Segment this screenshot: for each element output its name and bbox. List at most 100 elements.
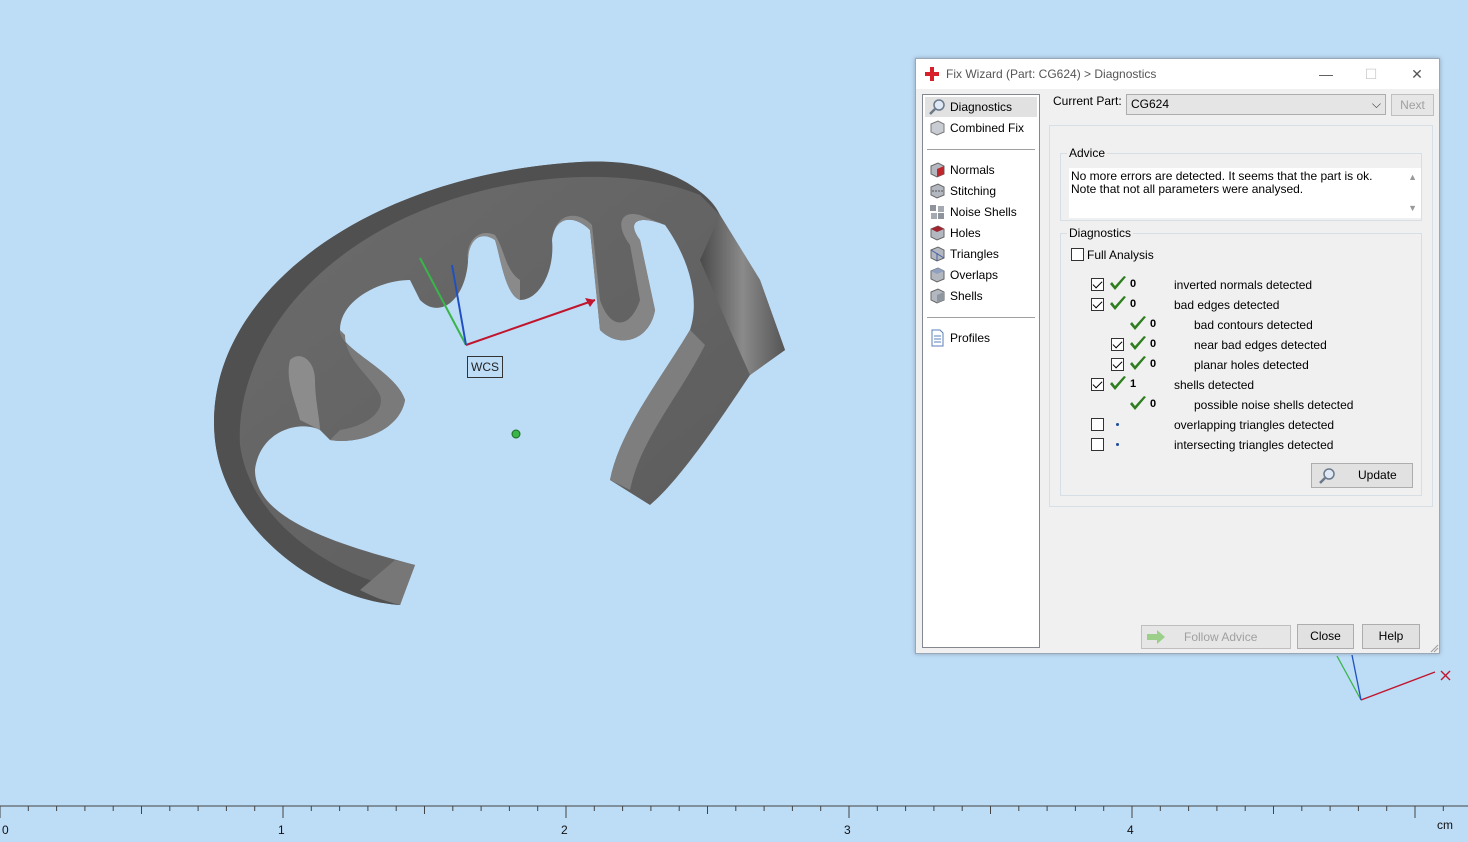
diagnostic-checkbox[interactable] [1111,358,1124,371]
ok-check-icon [1110,376,1126,390]
wizard-nav: Diagnostics Combined Fix Normals Stitchi… [922,94,1040,648]
next-button[interactable]: Next [1391,94,1434,116]
nav-label: Combined Fix [950,121,1025,135]
fix-wizard-dialog: Fix Wizard (Part: CG624) > Diagnostics —… [915,58,1440,654]
nav-label: Overlaps [950,268,999,282]
diagnostic-checkbox[interactable] [1091,438,1104,451]
pivot-point[interactable] [511,429,521,439]
nav-item-noise-shells[interactable]: Noise Shells [925,202,1037,222]
diagnostics-label: Diagnostics [1067,226,1134,240]
magnifier-icon [929,99,945,115]
nav-item-profiles[interactable]: Profiles [925,328,1037,348]
nav-label: Stitching [950,184,997,198]
diagnostic-count: 0 [1150,398,1157,410]
nav-item-triangles[interactable]: Triangles [925,244,1037,264]
ruler-label-1: 1 [278,823,285,837]
ok-check-icon [1130,316,1146,330]
ok-check-icon [1130,336,1146,350]
noise-shells-icon [930,205,944,219]
advice-message: No more errors are detected. It seems th… [1071,169,1373,196]
diagnostic-label: inverted normals detected [1174,278,1313,292]
close-window-button[interactable]: ✕ [1399,63,1435,85]
view-y-axis [1336,655,1362,701]
nav-item-normals[interactable]: Normals [925,160,1037,180]
maximize-button[interactable]: ☐ [1353,63,1389,85]
ok-check-icon [1130,396,1146,410]
nav-item-overlaps[interactable]: Overlaps [925,265,1037,285]
resize-grip-icon[interactable] [1429,643,1439,653]
full-analysis-label: Full Analysis [1087,248,1154,262]
diagnostic-count: 0 [1130,278,1137,290]
help-button[interactable]: Help [1362,624,1420,649]
nav-label: Noise Shells [950,205,1017,219]
ruler-unit: cm [1437,818,1453,832]
triangles-cube-icon [930,246,945,262]
shells-cube-icon [930,288,945,304]
cube-icon [930,120,945,136]
diagnostic-label: possible noise shells detected [1194,398,1354,412]
nav-item-holes[interactable]: Holes [925,223,1037,243]
current-part-label: Current Part: [1053,94,1122,108]
follow-advice-button[interactable]: Follow Advice [1141,625,1291,649]
view-z-axis [1351,654,1362,701]
diagnostics-group: Diagnostics Full Analysis 0 inverted norm… [1060,226,1422,496]
scroll-up-icon[interactable]: ▲ [1408,171,1417,184]
current-part-value: CG624 [1131,97,1170,111]
advice-group: Advice No more errors are detected. It s… [1060,146,1422,221]
magnifier-icon [1319,468,1335,484]
nav-item-combined-fix[interactable]: Combined Fix [925,118,1037,138]
nav-separator [927,149,1035,150]
ruler-label-3: 3 [844,823,851,837]
diagnostic-label: planar holes detected [1194,358,1309,372]
nav-label: Triangles [950,247,999,261]
stitching-cube-icon [930,183,945,199]
pending-dot-icon [1116,423,1119,426]
overlaps-cube-icon [930,267,945,283]
nav-item-stitching[interactable]: Stitching [925,181,1037,201]
diagnostic-label: overlapping triangles detected [1174,418,1335,432]
diagnostic-checkbox[interactable] [1091,418,1104,431]
diagnostic-checkbox[interactable] [1091,378,1104,391]
current-part-select[interactable]: CG624 ⌵ [1126,94,1386,115]
minimize-button[interactable]: — [1308,63,1344,85]
nav-separator [927,317,1035,318]
diagnostic-count: 0 [1130,298,1137,310]
wcs-label: WCS [467,356,503,378]
diagnostic-count: 0 [1150,338,1157,350]
profile-document-icon [931,329,944,347]
nav-label: Normals [950,163,995,177]
normals-cube-icon [930,162,945,178]
follow-advice-label: Follow Advice [1184,630,1258,644]
diagnostic-checkbox[interactable] [1111,338,1124,351]
diagnostic-label: near bad edges detected [1194,338,1327,352]
scroll-down-icon[interactable]: ▼ [1408,202,1417,215]
arrow-right-icon [1147,630,1165,644]
advice-text: No more errors are detected. It seems th… [1069,168,1421,218]
pending-dot-icon [1116,443,1119,446]
nav-label: Diagnostics [950,100,1013,114]
diagnostic-label: bad contours detected [1194,318,1313,332]
ruler-label-0: 0 [2,823,9,837]
ruler-label-2: 2 [561,823,568,837]
close-button[interactable]: Close [1297,624,1354,649]
nav-item-shells[interactable]: Shells [925,286,1037,306]
diagnostics-panel: Advice No more errors are detected. It s… [1049,125,1433,507]
diagnostic-checkbox[interactable] [1091,278,1104,291]
nav-label: Holes [950,226,981,240]
advice-label: Advice [1067,146,1108,160]
ok-check-icon [1110,296,1126,310]
update-button[interactable]: Update [1311,463,1413,488]
diagnostic-count: 0 [1150,358,1157,370]
view-x-axis [1360,671,1436,701]
ok-check-icon [1110,276,1126,290]
nav-label: Profiles [950,331,991,345]
title-bar[interactable]: Fix Wizard (Part: CG624) > Diagnostics —… [916,59,1439,89]
nav-item-diagnostics[interactable]: Diagnostics [925,97,1037,117]
wcs-x-axis [465,299,596,346]
full-analysis-checkbox[interactable] [1071,248,1084,261]
update-label: Update [1358,468,1397,482]
medical-cross-icon [925,67,939,81]
diagnostic-checkbox[interactable] [1091,298,1104,311]
nav-label: Shells [950,289,983,303]
dialog-title: Fix Wizard (Part: CG624) > Diagnostics [946,67,1157,81]
